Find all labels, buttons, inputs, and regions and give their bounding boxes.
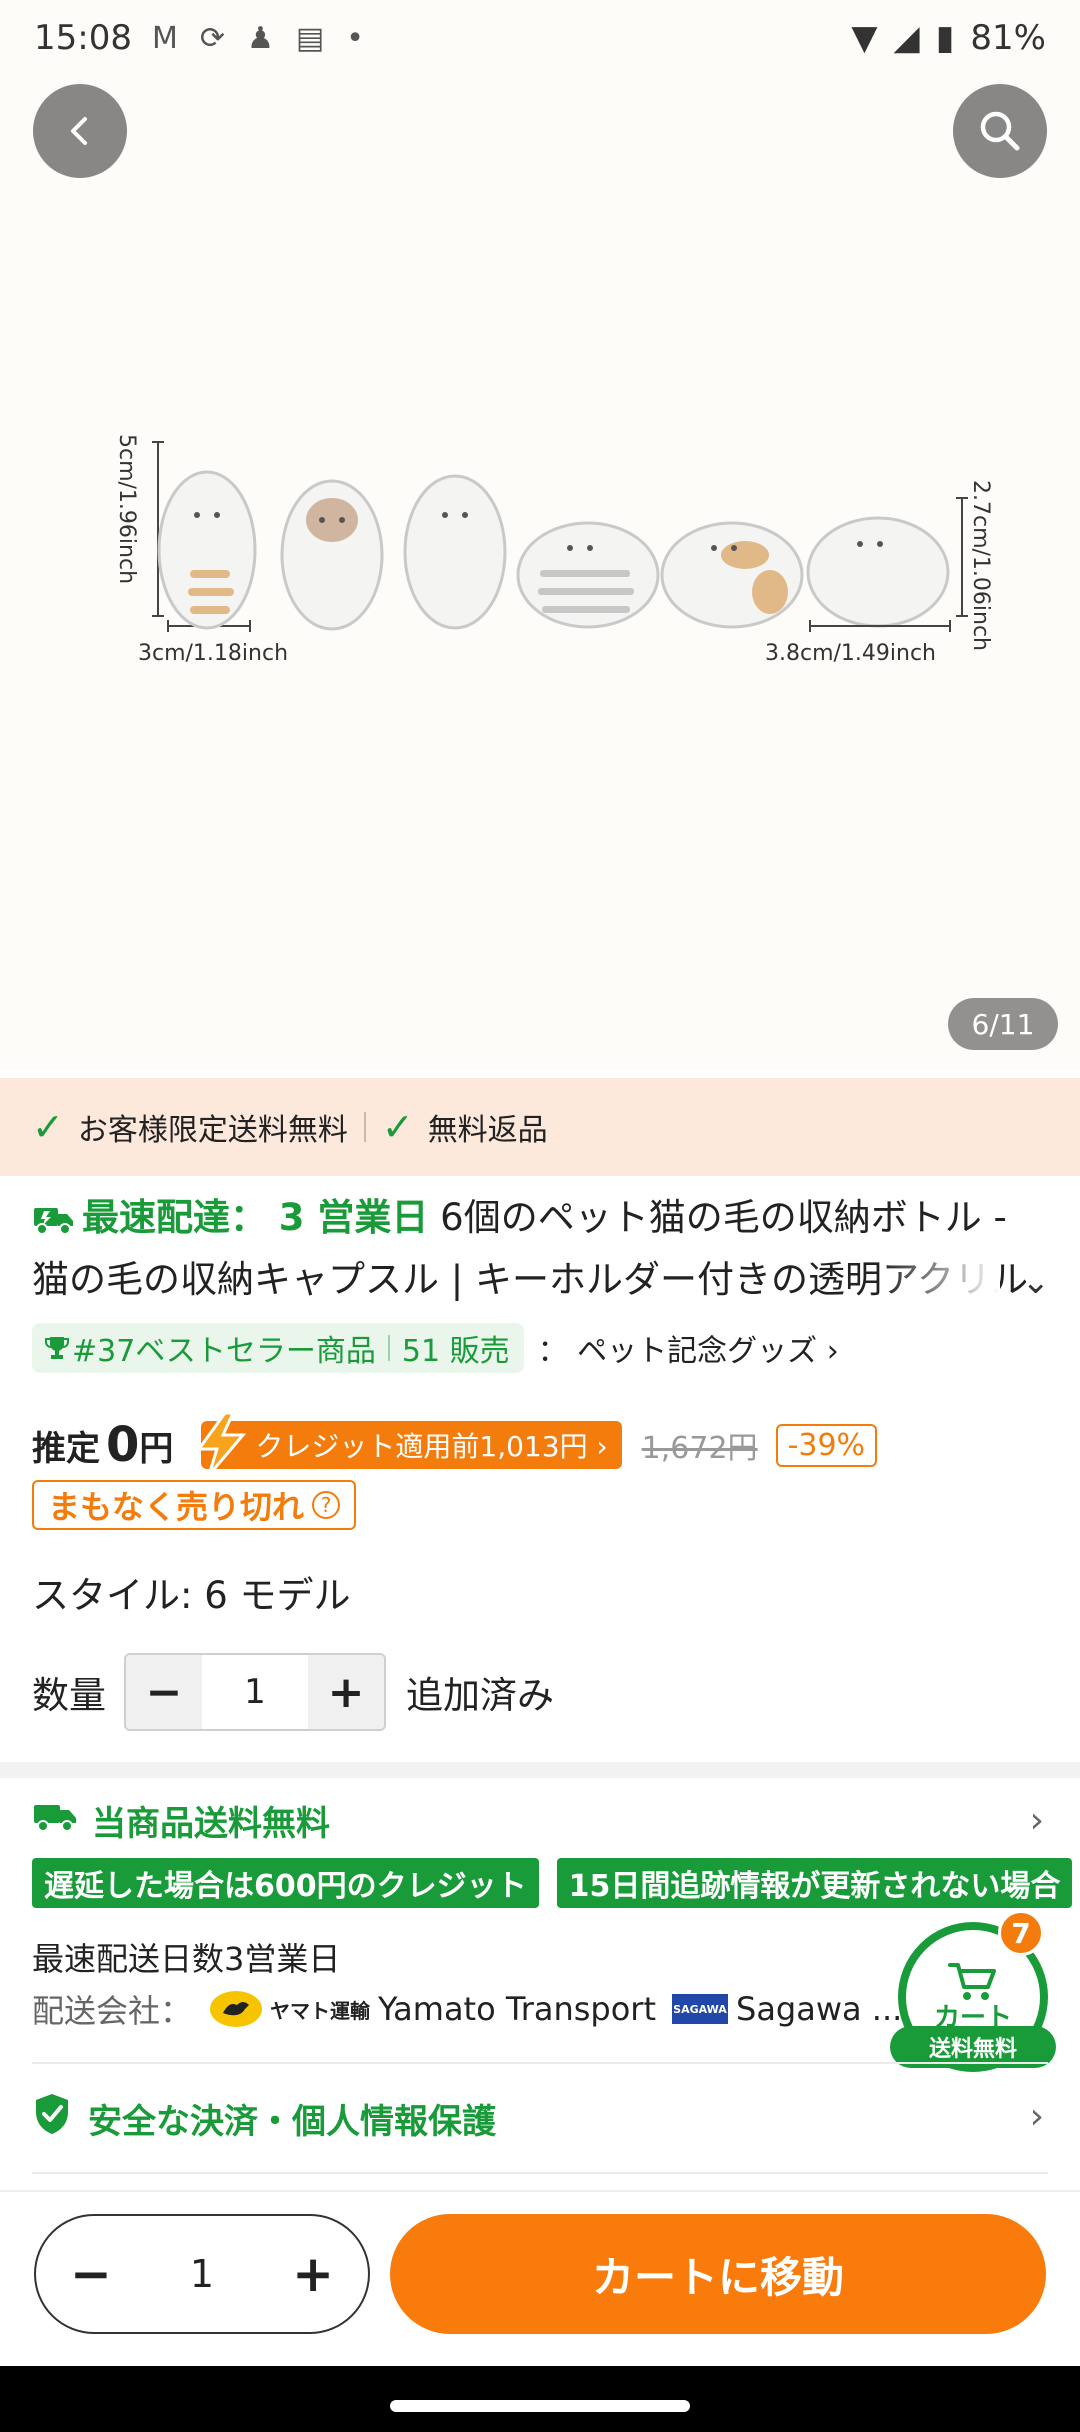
tracking-tag: 15日間追跡情報が更新されない場合	[556, 1858, 1073, 1908]
promo-free-return: 無料返品	[427, 1113, 548, 1148]
quantity-row: 数量 − 1 + 追加済み	[32, 1653, 554, 1731]
width-left-label: 3cm/1.18inch	[138, 641, 288, 666]
help-icon: ?	[312, 1491, 341, 1519]
title-fade	[880, 1250, 1000, 1306]
shipping-days: 最速配送日数3営業日	[32, 1940, 341, 1978]
gesture-bar	[0, 2366, 1080, 2432]
style-selector[interactable]: スタイル: 6 モデル	[32, 1565, 351, 1619]
width-right-label: 3.8cm/1.49inch	[765, 641, 936, 666]
trophy-icon	[45, 1337, 69, 1359]
bestseller-rank: #37ベストセラー商品	[72, 1334, 376, 1369]
selling-fast-text: まもなく売り切れ	[48, 1488, 305, 1526]
price-label: 推定	[32, 1428, 100, 1469]
carrier-row: 配送会社： ヤマト運輸 Yamato Transport SAGAWA Saga…	[32, 1986, 902, 2032]
quantity-stepper[interactable]: − 1 +	[124, 1653, 386, 1731]
increase-button[interactable]: +	[308, 1655, 384, 1729]
sync-icon: ⟳	[199, 20, 226, 56]
wifi-icon: ▼	[851, 18, 878, 58]
bottom-quantity-stepper[interactable]: − 1 +	[34, 2214, 370, 2334]
height-left-label: 5cm/1.96inch	[114, 434, 139, 584]
search-icon	[980, 111, 1020, 151]
floating-cart-button[interactable]: カート 7 送料無料	[890, 1910, 1056, 2072]
chevron-down-icon[interactable]: ⌄	[1022, 1262, 1051, 1302]
price-currency: 円	[139, 1428, 174, 1469]
page-indicator: 6/11	[948, 998, 1058, 1050]
status-time: 15:08	[34, 18, 132, 58]
home-handle[interactable]	[390, 2400, 690, 2412]
promo-strip[interactable]: ✓ お客様限定送料無料 ✓ 無料返品	[0, 1078, 1080, 1176]
bestseller-badge[interactable]: #37ベストセラー商品 51 販売	[32, 1323, 524, 1373]
price-value: 0	[106, 1417, 140, 1473]
back-button[interactable]	[33, 84, 127, 178]
yamato-jp-label: ヤマト運輸	[270, 1998, 371, 2023]
quantity-value[interactable]: 1	[202, 1655, 308, 1729]
keyhole-icon: ♟	[247, 20, 274, 56]
carrier-label: 配送会社：	[32, 1992, 193, 2030]
credit-text: クレジット適用前1,013円 ›	[255, 1430, 608, 1463]
discount-badge: -39%	[775, 1423, 878, 1467]
late-credit-tag: 遅延した場合は600円のクレジット	[32, 1858, 539, 1908]
status-bar: 15:08 M ⟳ ♟ ▤ • ▼ ◢ ▮ 81%	[0, 0, 1080, 76]
dot-icon: •	[346, 20, 364, 56]
fast-delivery-days: 3 営業日	[278, 1196, 429, 1239]
search-button[interactable]	[953, 84, 1047, 178]
category-link[interactable]: ： ペット記念グッズ ›	[538, 1326, 839, 1370]
decrease-button[interactable]: −	[126, 1655, 202, 1729]
height-right-label: 2.7cm/1.06inch	[968, 480, 993, 651]
secure-payment-text: 安全な決済・個人情報保護	[88, 2101, 496, 2142]
credit-chip[interactable]: クレジット適用前1,013円 ›	[196, 1411, 622, 1476]
carrier-yamato: Yamato Transport	[378, 1990, 656, 2028]
truck-icon	[32, 1799, 78, 1842]
chevron-right-icon[interactable]: ›	[1030, 2096, 1044, 2137]
check-icon: ✓	[32, 1105, 64, 1149]
divider	[32, 2172, 1048, 2174]
shield-check-icon	[32, 2092, 72, 2145]
bottom-increase-button[interactable]: +	[292, 2245, 334, 2303]
shipping-tags: 遅延した場合は600円のクレジット 15日間追跡情報が更新されない場合	[32, 1858, 1073, 1908]
fast-delivery-icon	[32, 1196, 76, 1252]
fast-delivery-label: 最速配達：	[82, 1196, 267, 1239]
original-price: 1,672円	[641, 1431, 758, 1466]
price-row: 推定 0 円 クレジット適用前1,013円 › 1,672円 -39%	[32, 1410, 878, 1480]
check-icon: ✓	[381, 1105, 414, 1149]
selling-fast-tag[interactable]: まもなく売り切れ ?	[32, 1480, 357, 1530]
secure-payment-row[interactable]: 安全な決済・個人情報保護	[32, 2090, 496, 2146]
divider	[363, 1112, 366, 1142]
bottom-quantity-value[interactable]: 1	[190, 2252, 214, 2296]
product-image: 5cm/1.96inch 3cm/1.18inch 2.7cm/1.06inch…	[114, 434, 993, 666]
chevron-right-icon[interactable]: ›	[1030, 1800, 1044, 1841]
quantity-label: 数量	[32, 1674, 106, 1717]
divider	[32, 2062, 1048, 2064]
sold-count: 51 販売	[401, 1334, 510, 1369]
battery-icon: ▮	[935, 18, 955, 58]
go-to-cart-button[interactable]: カートに移動	[390, 2214, 1046, 2334]
signal-icon: ◢	[893, 18, 920, 58]
yamato-logo-icon	[210, 1991, 263, 2027]
battery-level: 81%	[970, 18, 1046, 58]
shipping-title[interactable]: 当商品送料無料	[32, 1792, 330, 1848]
ranking-row[interactable]: #37ベストセラー商品 51 販売 ： ペット記念グッズ ›	[32, 1322, 839, 1374]
bottom-action-bar: − 1 + カートに移動	[0, 2190, 1080, 2366]
calendar-icon: ▤	[295, 20, 325, 56]
cart-count-badge: 7	[998, 1910, 1044, 1956]
product-gallery[interactable]: 5cm/1.96inch 3cm/1.18inch 2.7cm/1.06inch…	[0, 0, 1080, 1070]
section-divider	[0, 1762, 1080, 1778]
bottom-decrease-button[interactable]: −	[70, 2245, 112, 2303]
promo-free-shipping: お客様限定送料無料	[77, 1113, 348, 1148]
shipping-title-text: 当商品送料無料	[92, 1803, 330, 1844]
gmail-icon: M	[151, 20, 178, 56]
lightning-icon	[196, 1411, 247, 1476]
sagawa-logo-icon: SAGAWA	[672, 1994, 728, 2024]
divider	[387, 1335, 390, 1361]
added-label: 追加済み	[406, 1674, 554, 1717]
carrier-sagawa: Sagawa ...	[736, 1990, 903, 2028]
chevron-left-icon	[71, 117, 87, 145]
